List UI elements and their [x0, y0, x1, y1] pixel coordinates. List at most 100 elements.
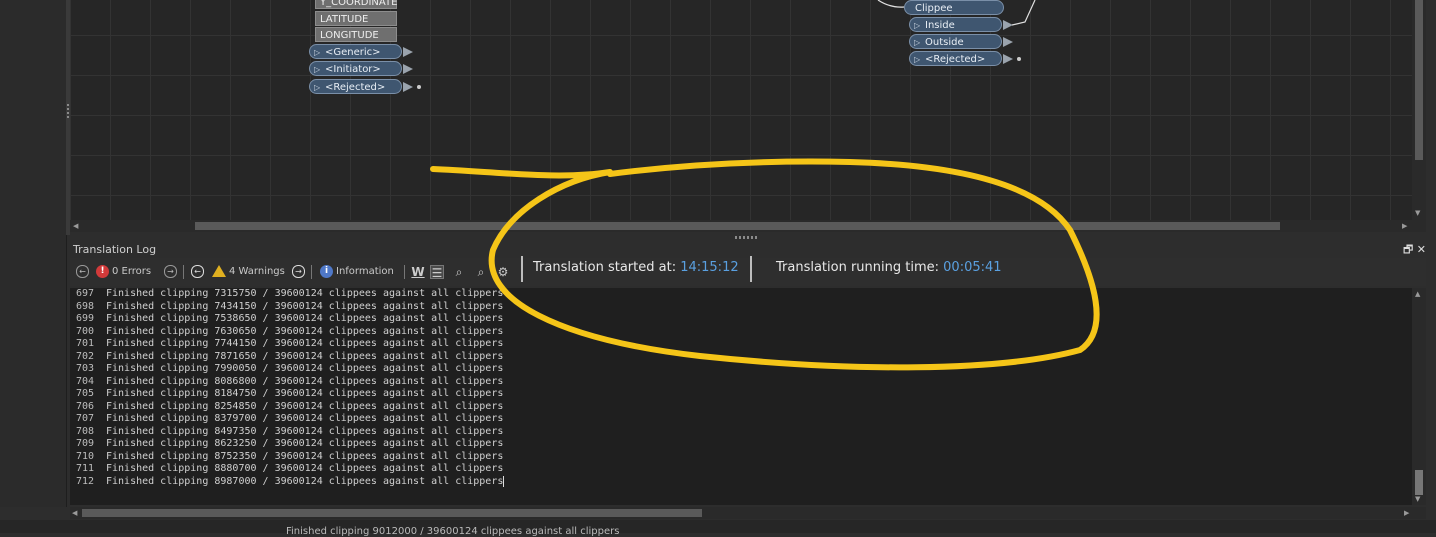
prev-error-button[interactable]: ←	[76, 265, 89, 278]
log-line[interactable]: 708 Finished clipping 8497350 / 39600124 …	[70, 426, 1412, 439]
log-line[interactable]: 704 Finished clipping 8086800 / 39600124 …	[70, 376, 1412, 389]
arrow-right-circle-icon: →	[164, 265, 177, 278]
information-label: Information	[336, 266, 394, 277]
log-line-number: 702	[76, 350, 95, 362]
log-line[interactable]: 707 Finished clipping 8379700 / 39600124 …	[70, 413, 1412, 426]
log-line[interactable]: 701 Finished clipping 7744150 / 39600124 …	[70, 338, 1412, 351]
log-line-number: 698	[76, 300, 95, 312]
log-vertical-scrollbar[interactable]: ▲ ▼	[1412, 288, 1426, 505]
log-toolbar: ← ! 0 Errors → ← 4 Warnings → i Informatio…	[70, 258, 1426, 286]
log-line-number: 703	[76, 363, 95, 374]
log-line-text: Finished clipping 8086800 / 39600124 cli…	[106, 375, 504, 387]
log-line[interactable]: 697 Finished clipping 7315750 / 39600124 …	[70, 288, 1412, 301]
scroll-up-arrow-icon[interactable]: ▲	[1415, 290, 1420, 298]
gear-icon: ⚙	[497, 265, 509, 279]
toolbar-separator	[311, 265, 312, 279]
log-line-text: Finished clipping 7434150 / 39600124 cli…	[106, 300, 504, 312]
workspace-canvas[interactable]: Y_COORDINATE LATITUDE LONGITUDE ▷ <Generi…	[70, 0, 1412, 220]
log-line-number: 710	[76, 450, 95, 462]
settings-button[interactable]: ⚙	[496, 265, 510, 279]
prev-warning-button[interactable]: ←	[191, 265, 204, 278]
connection-line[interactable]	[877, 0, 905, 8]
status-text: Finished clipping 9012000 / 39600124 cli…	[286, 526, 620, 537]
log-horizontal-scrollbar[interactable]: ◀ ▶	[70, 507, 1426, 519]
log-line[interactable]: 703 Finished clipping 7990050 / 39600124 …	[70, 363, 1412, 376]
log-line-number: 708	[76, 425, 95, 437]
started-time-value: 14:15:12	[680, 260, 739, 275]
log-line-text: Finished clipping 8752350 / 39600124 cli…	[106, 450, 504, 462]
scroll-down-arrow-icon[interactable]: ▼	[1415, 209, 1420, 217]
scroll-left-arrow-icon[interactable]: ◀	[72, 509, 77, 517]
scroll-thumb[interactable]	[1415, 0, 1423, 160]
find-next-icon: ⌕	[477, 265, 485, 279]
log-line[interactable]: 706 Finished clipping 8254850 / 39600124 …	[70, 401, 1412, 414]
running-label: Translation running time:	[776, 260, 940, 275]
scroll-thumb[interactable]	[1415, 470, 1423, 495]
translation-started: Translation started at: 14:15:12	[533, 260, 739, 275]
toolbar-separator	[750, 256, 752, 282]
log-line-number: 706	[76, 400, 95, 412]
log-line[interactable]: 709 Finished clipping 8623250 / 39600124 …	[70, 438, 1412, 451]
log-line[interactable]: 705 Finished clipping 8184750 / 39600124 …	[70, 388, 1412, 401]
log-line-number: 705	[76, 388, 95, 399]
log-line-text: Finished clipping 8254850 / 39600124 cli…	[106, 400, 504, 412]
running-time-value: 00:05:41	[943, 260, 1002, 275]
next-error-button[interactable]: →	[164, 265, 177, 278]
left-dock-panel	[0, 0, 67, 507]
log-line-text: Finished clipping 7990050 / 39600124 cli…	[106, 363, 504, 374]
list-view-button[interactable]: ☰	[430, 265, 444, 280]
errors-filter-button[interactable]: ! 0 Errors	[96, 265, 151, 278]
close-panel-icon[interactable]: ✕	[1417, 243, 1426, 256]
log-line[interactable]: 700 Finished clipping 7630650 / 39600124 …	[70, 326, 1412, 339]
log-line-text: Finished clipping 7630650 / 39600124 cli…	[106, 325, 504, 337]
word-wrap-icon: W	[411, 265, 425, 279]
scroll-down-arrow-icon[interactable]: ▼	[1415, 495, 1420, 503]
log-line-text: Finished clipping 7871650 / 39600124 cli…	[106, 350, 504, 362]
log-line[interactable]: 711 Finished clipping 8880700 / 39600124 …	[70, 463, 1412, 476]
log-line[interactable]: 699 Finished clipping 7538650 / 39600124 …	[70, 313, 1412, 326]
connection-lines	[877, 0, 1036, 26]
arrow-left-circle-icon: ←	[191, 265, 204, 278]
log-line-text: Finished clipping 8379700 / 39600124 cli…	[106, 413, 504, 424]
log-line-text: Finished clipping 8987000 / 39600124 cli…	[106, 475, 504, 487]
log-line[interactable]: 710 Finished clipping 8752350 / 39600124 …	[70, 451, 1412, 464]
log-line[interactable]: 702 Finished clipping 7871650 / 39600124 …	[70, 351, 1412, 364]
log-line-number: 697	[76, 288, 95, 299]
error-icon: !	[96, 265, 109, 278]
started-label: Translation started at:	[533, 260, 677, 275]
connection-line[interactable]	[1011, 0, 1036, 26]
arrow-left-circle-icon: ←	[76, 265, 89, 278]
scroll-thumb[interactable]	[82, 509, 702, 517]
panel-splitter-grip[interactable]	[735, 236, 759, 239]
information-filter-button[interactable]: i Information	[320, 265, 394, 278]
log-line-number: 712	[76, 475, 95, 487]
log-line[interactable]: 712 Finished clipping 8987000 / 39600124 …	[70, 475, 1412, 489]
log-text-area[interactable]: 697 Finished clipping 7315750 / 39600124 …	[70, 288, 1412, 505]
float-panel-icon[interactable]: 🗗	[1403, 243, 1413, 256]
scroll-thumb[interactable]	[195, 222, 1280, 230]
canvas-horizontal-scrollbar[interactable]: ◀ ▶	[70, 220, 1426, 232]
next-warning-button[interactable]: →	[292, 265, 305, 278]
warnings-filter-button[interactable]: 4 Warnings	[212, 265, 285, 277]
log-line-number: 699	[76, 313, 95, 324]
scroll-right-arrow-icon[interactable]: ▶	[1402, 222, 1407, 230]
log-line-text: Finished clipping 8497350 / 39600124 cli…	[106, 425, 504, 437]
splitter-grip[interactable]	[67, 104, 69, 120]
log-line-text: Finished clipping 8184750 / 39600124 cli…	[106, 388, 504, 399]
log-line[interactable]: 698 Finished clipping 7434150 / 39600124 …	[70, 301, 1412, 314]
log-line-text: Finished clipping 7744150 / 39600124 cli…	[106, 338, 504, 349]
warning-icon	[212, 265, 226, 277]
canvas-vertical-scrollbar[interactable]: ▼	[1412, 0, 1426, 220]
text-cursor	[503, 475, 505, 487]
translation-running-time: Translation running time: 00:05:41	[776, 260, 1002, 275]
log-line-number: 707	[76, 413, 95, 424]
word-wrap-button[interactable]: W	[411, 265, 425, 279]
find-button[interactable]: ⌕	[452, 265, 466, 279]
toolbar-separator	[183, 265, 184, 279]
scroll-left-arrow-icon[interactable]: ◀	[73, 222, 78, 230]
scroll-right-arrow-icon[interactable]: ▶	[1404, 509, 1409, 517]
warnings-label: 4 Warnings	[229, 265, 285, 277]
status-bar: Finished clipping 9012000 / 39600124 cli…	[0, 520, 1436, 537]
find-next-button[interactable]: ⌕	[474, 265, 488, 279]
log-line-text: Finished clipping 7538650 / 39600124 cli…	[106, 313, 504, 324]
